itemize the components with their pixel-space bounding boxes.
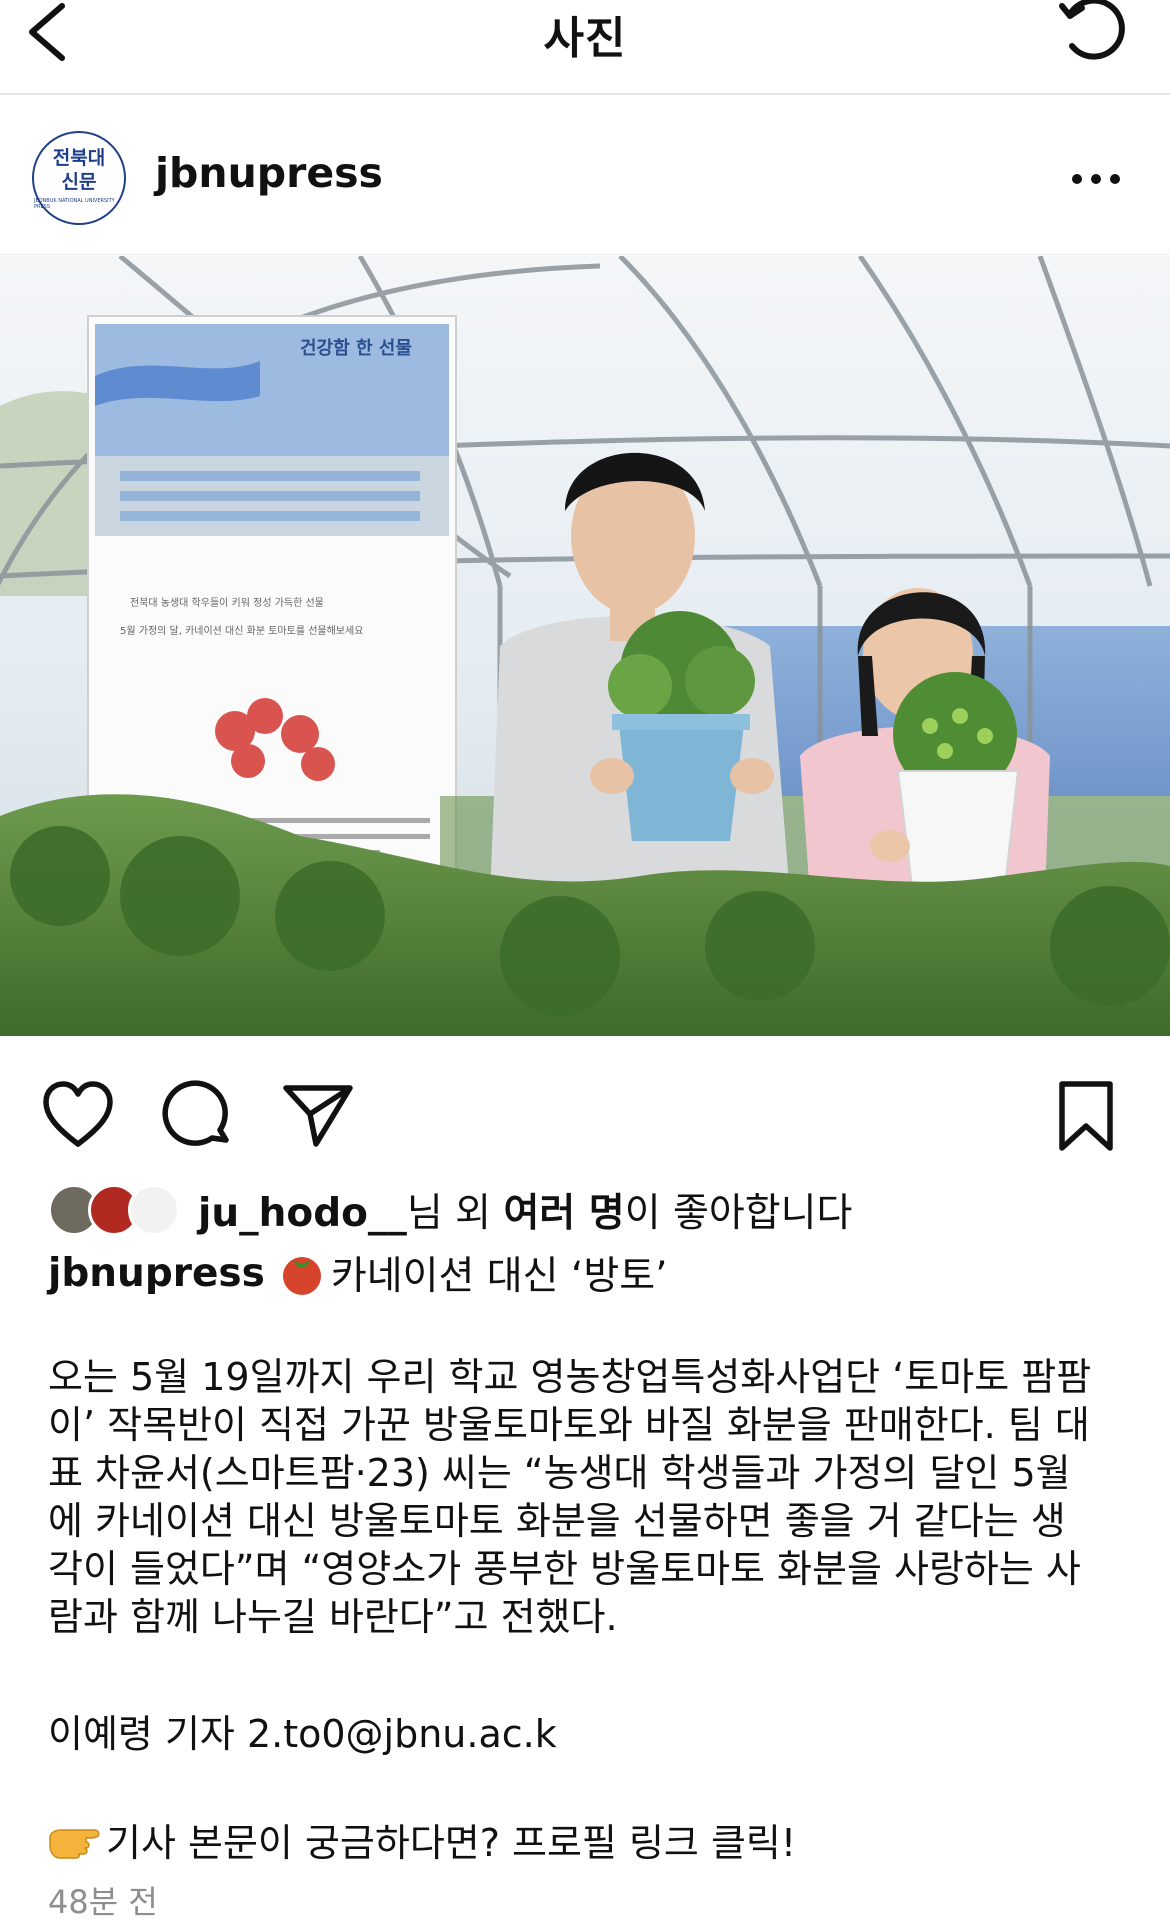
banner-line-2: 5월 가정의 달, 카네이션 대신 화분 토마토를 선물해보세요 (120, 624, 363, 637)
likes-others[interactable]: 여러 명 (503, 1191, 624, 1236)
more-icon (1072, 174, 1082, 184)
caption-first-line: jbnupress 카네이션 대신 ‘방토’ (48, 1245, 667, 1301)
caption-line: 이’ 작목반이 직접 가꾼 방울토마토와 바질 화분을 판매한다. 팀 대 (48, 1403, 1090, 1447)
share-button[interactable] (280, 1078, 356, 1154)
caption-username[interactable]: jbnupress (48, 1251, 265, 1296)
post-timestamp: 48분 전 (48, 1883, 158, 1921)
post-username[interactable]: jbnupress (155, 149, 383, 197)
caption-line: 각이 들었다”며 “영양소가 풍부한 방울토마토 화분을 사랑하는 사 (48, 1547, 1081, 1591)
top-nav-bar: 사진 (0, 0, 1170, 95)
caption-line: 에 카네이션 대신 방울토마토 화분을 선물하면 좋을 거 같다는 생 (48, 1499, 1066, 1543)
caption-line: 람과 함께 나누길 바란다”고 전했다. (48, 1595, 618, 1639)
caption-line: 오는 5월 19일까지 우리 학교 영농창업특성화사업단 ‘토마토 팜팜 (48, 1355, 1092, 1399)
page-title: 사진 (543, 13, 627, 64)
post-photo[interactable]: 건강함 한 선물 전북대 농생대 학우들이 키워 정성 가득한 선물 5월 가정… (0, 256, 1170, 1036)
greenhouse-photo: 건강함 한 선물 전북대 농생대 학우들이 키워 정성 가득한 선물 5월 가정… (0, 256, 1170, 1036)
comment-button[interactable] (160, 1078, 236, 1154)
likes-summary[interactable]: ju_hodo__님 외 여러 명이 좋아합니다 (48, 1180, 852, 1240)
save-button[interactable] (1048, 1078, 1124, 1154)
caption-body: 오는 5월 19일까지 우리 학교 영농창업특성화사업단 ‘토마토 팜팜 이’ … (48, 1353, 1138, 1641)
banner: 건강함 한 선물 전북대 농생대 학우들이 키워 정성 가득한 선물 5월 가정… (87, 315, 457, 877)
cta-text: 기사 본문이 궁금하다면? 프로필 링크 클릭! (106, 1821, 797, 1865)
refresh-button[interactable] (1058, 0, 1128, 68)
profile-avatar[interactable]: 전북대 신문 JEONBUK NATIONAL UNIVERSITY PRESS (32, 131, 126, 225)
heart-icon (43, 1081, 113, 1147)
banner-title: 건강함 한 선물 (300, 337, 412, 359)
banner-line-1: 전북대 농생대 학우들이 키워 정성 가득한 선물 (130, 596, 324, 609)
refresh-icon (1059, 0, 1125, 60)
avatar-small-text: JEONBUK NATIONAL UNIVERSITY PRESS (34, 198, 115, 210)
like-button[interactable] (40, 1078, 116, 1154)
liker-username[interactable]: ju_hodo__ (198, 1191, 407, 1236)
more-options-button[interactable] (1072, 159, 1128, 199)
avatar (128, 1184, 180, 1236)
send-icon (283, 1085, 353, 1147)
caption-headline: 카네이션 대신 ‘방토’ (330, 1254, 668, 1299)
reporter-line: 이예령 기자 2.to0@jbnu.ac.k (48, 1712, 557, 1756)
tomato-icon (282, 1257, 321, 1295)
liker-avatars (48, 1182, 188, 1238)
bookmark-icon (1059, 1081, 1113, 1151)
post-actions (0, 1060, 1170, 1160)
caption-line: 표 차윤서(스마트팜·23) 씨는 “농생대 학생들과 가정의 달인 5월 (48, 1451, 1071, 1495)
avatar-text-line1: 전북대 (52, 147, 106, 169)
comment-icon (162, 1080, 229, 1146)
cta-line: 기사 본문이 궁금하다면? 프로필 링크 클릭! (48, 1812, 796, 1867)
likes-text: ju_hodo__님 외 여러 명이 좋아합니다 (198, 1191, 853, 1236)
avatar-text-line2: 신문 (61, 171, 97, 193)
pointing-hand-icon (49, 1828, 100, 1859)
post-header: 전북대 신문 JEONBUK NATIONAL UNIVERSITY PRESS… (0, 95, 1170, 255)
